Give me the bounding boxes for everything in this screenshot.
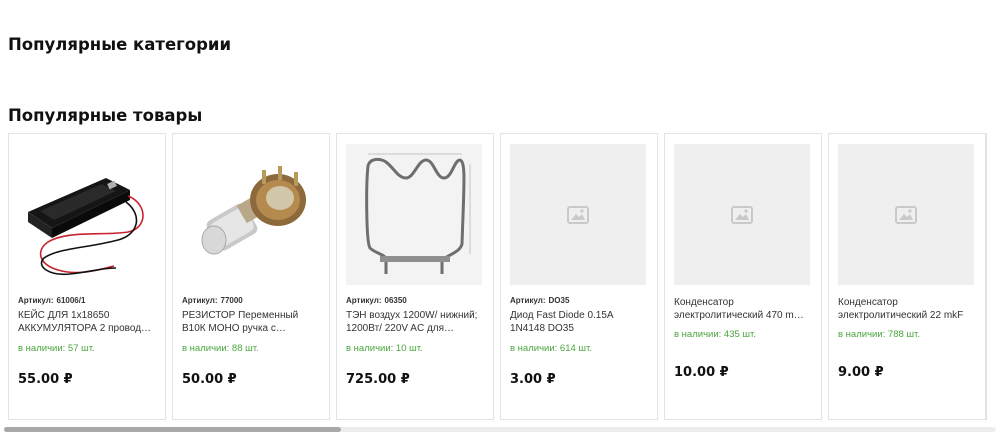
carousel-scrollbar[interactable]: [4, 427, 996, 432]
product-name[interactable]: КЕЙС ДЛЯ 1x18650 АККУМУЛЯТОРА 2 провод…: [18, 309, 158, 335]
next-card-edge[interactable]: [986, 133, 1000, 420]
product-card[interactable]: Конденсатор электролитический 22 mkF в н…: [828, 133, 986, 420]
sku-value: 77000: [220, 296, 243, 305]
product-image[interactable]: [510, 144, 646, 285]
product-card[interactable]: Артикул: 06350 ТЭН воздух 1200W/ нижний; …: [336, 133, 494, 420]
product-name[interactable]: Конденсатор электролитический 470 m…: [674, 296, 814, 322]
sku-value: 61006/1: [56, 296, 86, 305]
popular-products-title: Популярные товары: [8, 106, 203, 125]
sku-label: Артикул:: [510, 296, 546, 305]
popular-categories-title: Популярные категории: [8, 35, 232, 54]
product-price: 3.00 ₽: [510, 372, 556, 387]
product-stock: в наличии: 10 шт.: [346, 343, 423, 354]
product-stock: в наличии: 435 шт.: [674, 329, 756, 340]
potentiometer-photo: [182, 144, 318, 285]
product-stock: в наличии: 788 шт.: [838, 329, 920, 340]
product-name[interactable]: Конденсатор электролитический 22 mkF: [838, 296, 978, 322]
sku-label: Артикул:: [18, 296, 54, 305]
product-image[interactable]: [182, 144, 318, 285]
battery-holder-photo: [18, 144, 154, 285]
product-price: 50.00 ₽: [182, 372, 237, 387]
image-placeholder-icon: [567, 205, 589, 224]
product-image[interactable]: [838, 144, 974, 285]
product-sku: Артикул: 06350: [346, 296, 407, 305]
product-sku: Артикул: DO35: [510, 296, 569, 305]
product-price: 10.00 ₽: [674, 365, 729, 380]
product-card[interactable]: Артикул: DO35 Диод Fast Diode 0.15A 1N414…: [500, 133, 658, 420]
product-sku: Артикул: 61006/1: [18, 296, 85, 305]
heating-element-photo: [346, 144, 482, 285]
products-carousel: Артикул: 61006/1 КЕЙС ДЛЯ 1x18650 АККУМУЛ…: [8, 133, 1000, 420]
product-stock: в наличии: 614 шт.: [510, 343, 592, 354]
product-name[interactable]: ТЭН воздух 1200W/ нижний; 1200Вт/ 220V A…: [346, 309, 486, 335]
sku-value: DO35: [548, 296, 570, 305]
product-image[interactable]: [674, 144, 810, 285]
product-card[interactable]: Артикул: 61006/1 КЕЙС ДЛЯ 1x18650 АККУМУЛ…: [8, 133, 166, 420]
product-stock: в наличии: 88 шт.: [182, 343, 259, 354]
image-placeholder-icon: [731, 205, 753, 224]
sku-label: Артикул:: [182, 296, 218, 305]
product-image[interactable]: [346, 144, 482, 285]
product-stock: в наличии: 57 шт.: [18, 343, 95, 354]
product-price: 725.00 ₽: [346, 372, 410, 387]
sku-label: Артикул:: [346, 296, 382, 305]
scrollbar-thumb[interactable]: [4, 427, 342, 432]
product-card[interactable]: Артикул: 77000 РЕЗИСТОР Переменный В10К М…: [172, 133, 330, 420]
sku-value: 06350: [384, 296, 407, 305]
product-card[interactable]: Конденсатор электролитический 470 m… в н…: [664, 133, 822, 420]
product-name[interactable]: РЕЗИСТОР Переменный В10К МОНО ручка с…: [182, 309, 322, 335]
product-name[interactable]: Диод Fast Diode 0.15A 1N4148 DO35: [510, 309, 650, 335]
image-placeholder-icon: [895, 205, 917, 224]
product-image[interactable]: [18, 144, 154, 285]
product-sku: Артикул: 77000: [182, 296, 243, 305]
product-price: 55.00 ₽: [18, 372, 73, 387]
product-price: 9.00 ₽: [838, 365, 884, 380]
